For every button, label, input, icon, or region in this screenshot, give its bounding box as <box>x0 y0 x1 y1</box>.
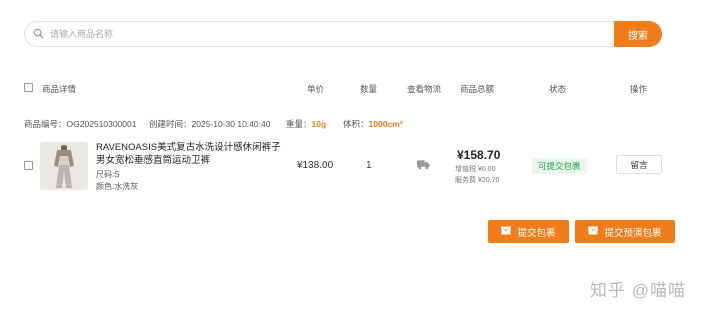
header-unit-price: 单价 <box>307 84 325 94</box>
order-created-time: 创建时间：2025-10-30 10:40:40 <box>149 119 271 129</box>
submit-preview-package-button[interactable]: 提交预演包裹 <box>575 220 675 243</box>
order-number: 商品编号：OG202510300001 <box>24 119 137 129</box>
header-total-price: 商品总额 <box>460 84 495 94</box>
search-icon <box>33 28 44 41</box>
header-product-details: 商品详情 <box>42 84 77 94</box>
order-row-checkbox[interactable] <box>24 161 33 170</box>
select-all-checkbox[interactable] <box>24 83 33 92</box>
product-title[interactable]: RAVENOASIS美式复古水洗设计感休闲裤子男女宽松垂感直筒运动卫裤 <box>96 141 288 167</box>
service-fee: 服务费 ¥20.70 <box>455 177 500 184</box>
order-weight: 重量：10g <box>286 119 327 129</box>
search-box[interactable] <box>24 21 614 47</box>
order-info: 商品编号：OG202510300001 创建时间：2025-10-30 10:4… <box>0 118 720 132</box>
quantity: 1 <box>366 160 372 171</box>
submit-package-button[interactable]: 提交包裹 <box>488 220 569 243</box>
header-quantity: 数量 <box>360 84 378 94</box>
watermark: 知乎 @喵喵 <box>590 281 686 300</box>
status-badge: 可提交包裹 <box>532 158 587 174</box>
truck-icon[interactable] <box>417 159 430 170</box>
table-header: 商品详情 单价 数量 查看物流 商品总额 状态 操作 <box>0 80 720 96</box>
unit-price: ¥138.00 <box>297 160 334 171</box>
header-view-logistics: 查看物流 <box>407 84 442 94</box>
package-icon <box>501 226 512 238</box>
header-operation: 操作 <box>630 84 648 94</box>
product-image[interactable] <box>40 142 88 190</box>
submit-package-label: 提交包裹 <box>517 227 556 239</box>
package-icon <box>588 226 599 238</box>
header-status: 状态 <box>549 84 567 94</box>
search-input[interactable] <box>50 29 550 39</box>
order-volume: 体积：1000cm³ <box>343 119 403 129</box>
product-size: 尺码:S <box>96 170 120 179</box>
submit-preview-package-label: 提交预演包裹 <box>604 227 662 239</box>
search-bar: 搜索 <box>24 21 662 47</box>
total-price: ¥158.70 <box>457 148 501 162</box>
search-button[interactable]: 搜索 <box>614 21 662 47</box>
message-button[interactable]: 留言 <box>616 155 662 174</box>
vat-fee: 增值税 ¥0.00 <box>455 166 496 173</box>
product-color: 颜色:水洗灰 <box>96 182 139 191</box>
